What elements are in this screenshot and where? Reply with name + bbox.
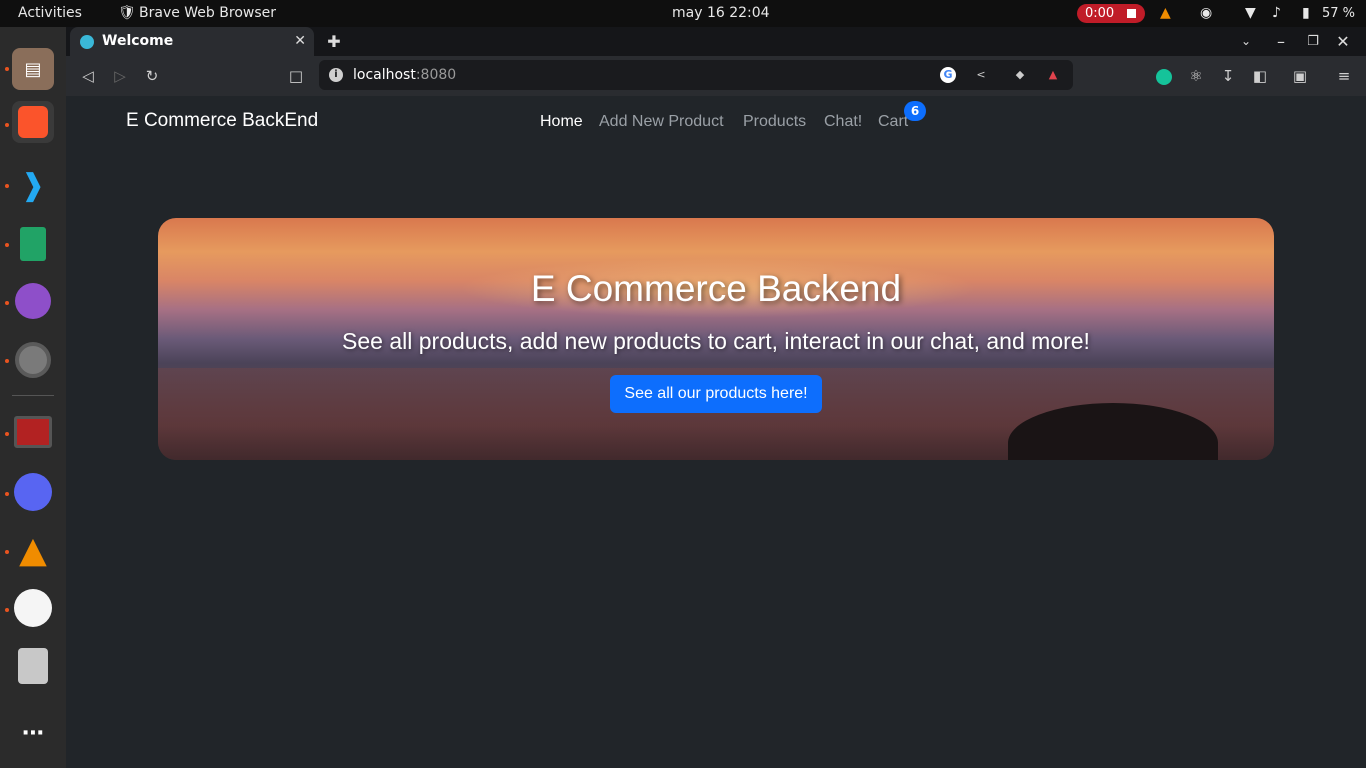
tab-strip: Welcome ✕ ✚ ⌄ – ❐ ✕ [66, 27, 1366, 56]
vlc-tray-icon[interactable]: ▲ [1160, 0, 1171, 27]
settings-icon[interactable] [12, 339, 54, 381]
running-indicator [5, 432, 9, 436]
vlc-icon[interactable]: ▲ [12, 529, 54, 571]
terminal-icon[interactable] [12, 411, 54, 453]
grammarly-icon[interactable] [1154, 56, 1174, 96]
tab-list-chevron-icon[interactable]: ⌄ [1236, 27, 1256, 56]
brave-shields-icon[interactable]: ◆ [1012, 67, 1028, 83]
brave-icon[interactable] [12, 101, 54, 143]
dock-separator [12, 395, 54, 396]
running-indicator [5, 243, 9, 247]
downloads-icon[interactable]: ↧ [1218, 56, 1238, 96]
stop-icon [1127, 9, 1136, 18]
nav-chat[interactable]: Chat! [824, 113, 862, 131]
activities-button[interactable]: Activities [18, 0, 82, 27]
nav-add-new-product[interactable]: Add New Product [599, 113, 724, 131]
discord-tray-icon[interactable]: ◉ [1200, 0, 1212, 27]
nav-home[interactable]: Home [540, 113, 583, 131]
site-info-icon[interactable]: i [329, 68, 343, 82]
browser-toolbar: ◁ ▷ ↻ □ i localhost:8080 G < ◆ ▲ ⚛ ↧ ◧ ▣… [66, 56, 1366, 96]
extensions-icon[interactable]: ⚛ [1186, 56, 1206, 96]
running-indicator [5, 359, 9, 363]
battery-icon[interactable]: ▮ [1302, 0, 1310, 27]
show-apps-grid-icon[interactable]: ⋯ [12, 712, 54, 754]
running-indicator [5, 67, 9, 71]
web-page: E Commerce BackEnd Home Add New Product … [66, 96, 1366, 768]
bookmark-icon[interactable]: □ [286, 56, 306, 96]
volume-icon[interactable]: ♪ [1272, 0, 1281, 27]
system-top-bar: Activities 🛡 Brave Web Browser may 16 22… [0, 0, 1366, 27]
wifi-icon[interactable]: ▼ [1245, 0, 1256, 27]
tab-title: Welcome [102, 33, 174, 49]
dock: ▤ ❱ ▲ ⋯ [0, 27, 66, 768]
battery-percent: 57 % [1322, 6, 1356, 21]
vscode-icon[interactable]: ❱ [12, 164, 54, 206]
running-indicator [5, 608, 9, 612]
new-tab-button[interactable]: ✚ [324, 27, 344, 56]
nav-cart[interactable]: Cart [878, 113, 908, 131]
clock[interactable]: may 16 22:04 [672, 0, 770, 27]
address-bar[interactable]: i localhost:8080 G < ◆ ▲ [319, 60, 1073, 90]
running-indicator [5, 492, 9, 496]
spreadsheet-icon[interactable] [12, 223, 54, 265]
wallet-icon[interactable]: ▣ [1290, 56, 1310, 96]
github-icon[interactable] [12, 280, 54, 322]
close-window-button[interactable]: ✕ [1333, 27, 1353, 56]
tab-welcome[interactable]: Welcome ✕ [70, 27, 314, 56]
favicon-icon [80, 35, 94, 49]
google-translate-icon[interactable]: G [940, 67, 956, 83]
brave-app-icon: 🛡 [118, 5, 136, 21]
close-tab-icon[interactable]: ✕ [294, 27, 306, 56]
running-indicator [5, 184, 9, 188]
reload-icon[interactable]: ↻ [142, 56, 162, 96]
browser-window: Welcome ✕ ✚ ⌄ – ❐ ✕ ◁ ▷ ↻ □ i localhost:… [66, 27, 1366, 768]
back-icon[interactable]: ◁ [78, 56, 98, 96]
see-products-button[interactable]: See all our products here! [610, 375, 822, 413]
running-indicator [5, 123, 9, 127]
forward-icon[interactable]: ▷ [110, 56, 130, 96]
mongodb-compass-icon[interactable] [12, 587, 54, 629]
sidebar-icon[interactable]: ◧ [1250, 56, 1270, 96]
active-app-name[interactable]: Brave Web Browser [139, 0, 276, 27]
hero-subtitle: See all products, add new products to ca… [342, 328, 1090, 354]
running-indicator [5, 550, 9, 554]
brave-rewards-icon[interactable]: ▲ [1045, 67, 1061, 83]
hero-title: E Commerce Backend [530, 268, 902, 309]
cart-count-badge: 6 [904, 101, 926, 121]
recording-indicator[interactable]: 0:00 [1077, 4, 1145, 23]
trash-icon[interactable] [12, 645, 54, 687]
recording-time: 0:00 [1085, 6, 1115, 21]
minimize-button[interactable]: – [1271, 27, 1291, 56]
navbar-brand[interactable]: E Commerce BackEnd [126, 110, 318, 132]
url-host: localhost [353, 67, 416, 83]
nav-products[interactable]: Products [743, 113, 806, 131]
share-icon[interactable]: < [973, 67, 989, 83]
files-icon[interactable]: ▤ [12, 48, 54, 90]
url-port: :8080 [415, 67, 457, 83]
url-text: localhost:8080 [353, 60, 456, 90]
hero-banner: E Commerce Backend See all products, add… [158, 218, 1274, 460]
menu-icon[interactable]: ≡ [1334, 56, 1354, 96]
maximize-button[interactable]: ❐ [1303, 27, 1323, 56]
discord-icon[interactable] [12, 471, 54, 513]
running-indicator [5, 301, 9, 305]
